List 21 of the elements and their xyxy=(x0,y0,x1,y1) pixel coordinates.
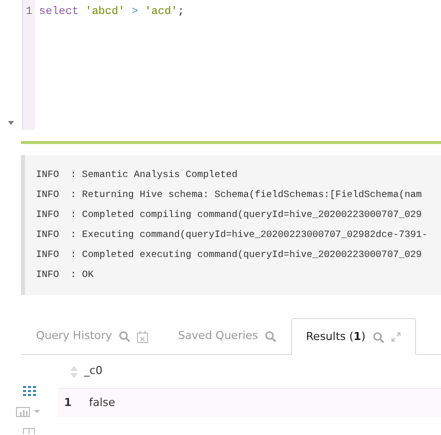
log-line: INFO : Semantic Analysis Completed xyxy=(35,168,239,182)
log-line: INFO : Completed executing command(queryId=hive_20200223000707_029 xyxy=(35,248,423,262)
table-icon[interactable] xyxy=(23,428,35,434)
search-icon[interactable] xyxy=(372,332,384,342)
log-line: INFO : Executing command(queryId=hive_20200223000707_02982dce-7391- xyxy=(35,228,428,242)
sort-icon[interactable] xyxy=(70,366,78,378)
log-line: INFO : Returning Hive schema: Schema(fieldSchemas:[FieldSchema(nam xyxy=(35,188,423,202)
line-number: 1 xyxy=(24,5,34,20)
expand-icon[interactable] xyxy=(390,332,400,342)
search-icon[interactable] xyxy=(119,331,130,342)
calendar-icon[interactable] xyxy=(137,330,148,342)
log-line: INFO : Completed compiling command(queryId=hive_20200223000707_029 xyxy=(35,208,423,222)
search-icon[interactable] xyxy=(265,331,276,342)
grid-icon[interactable] xyxy=(22,386,36,396)
bar-chart-icon[interactable] xyxy=(16,407,42,417)
table-cell-text: false xyxy=(89,394,116,411)
column-header[interactable]: _c0 xyxy=(84,363,103,380)
code-line: select 'abcd' > 'acd'; xyxy=(39,5,184,20)
row-number: 1 xyxy=(63,394,73,411)
log-line: INFO : OK xyxy=(35,268,95,282)
caret-icon[interactable] xyxy=(8,121,14,125)
